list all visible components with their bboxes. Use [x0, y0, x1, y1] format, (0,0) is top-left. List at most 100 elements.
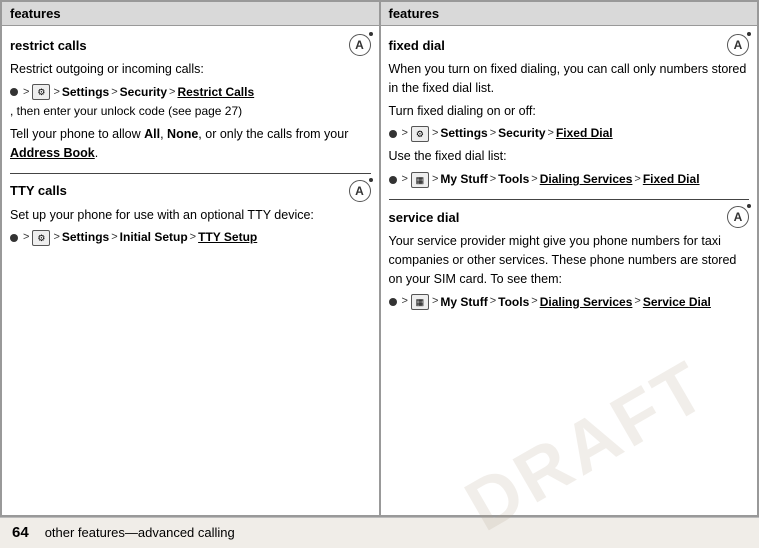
tty-calls-icon-badge: A: [349, 180, 371, 202]
restrict-calls-icon-badge: A: [349, 34, 371, 56]
fd-nav-settings: Settings: [440, 124, 487, 143]
fd2-mystuff-icon: ▦: [411, 172, 429, 188]
content-area: features restrict calls A Restrict outgo…: [0, 0, 759, 517]
footer-page-number: 64: [12, 524, 29, 541]
nav-dot-icon: [10, 88, 18, 96]
fixed-dial-nav2: > ▦ > My Stuff > Tools > Dialing Service…: [389, 170, 750, 189]
letter-a-icon: A: [355, 38, 364, 52]
nav-arrow-icon3: >: [111, 84, 117, 102]
restrict-calls-body: Restrict outgoing or incoming calls: > ⚙…: [10, 60, 371, 163]
tty-calls-para1: Set up your phone for use with an option…: [10, 206, 371, 225]
tty-nav-ttysetup: TTY Setup: [198, 228, 257, 247]
fd2-nav-tools: Tools: [498, 170, 529, 189]
right-panel-header: features: [381, 2, 758, 26]
restrict-calls-label: restrict calls: [10, 38, 87, 53]
fd-badge-dot-icon: [746, 31, 752, 37]
fd-nav-arrow3: >: [490, 125, 496, 143]
left-panel-header: features: [2, 2, 379, 26]
fixed-dial-label: fixed dial: [389, 38, 445, 53]
fd2-nav-arrow5: >: [634, 171, 640, 189]
service-dial-section: service dial A Your service provider mig…: [389, 199, 750, 311]
tty-nav-dot-icon: [10, 234, 18, 242]
settings-icon: ⚙: [32, 84, 50, 100]
fd-settings-icon: ⚙: [411, 126, 429, 142]
footer-bar: 64 other features—advanced calling: [0, 517, 759, 547]
page-wrapper: features restrict calls A Restrict outgo…: [0, 0, 759, 547]
right-panel-body: fixed dial A When you turn on fixed dial…: [381, 26, 758, 330]
sd-mystuff-icon: ▦: [411, 294, 429, 310]
fixed-dial-para1: When you turn on fixed dialing, you can …: [389, 60, 750, 98]
fd2-nav-dot-icon: [389, 176, 397, 184]
nav-security-label: Security: [120, 83, 167, 102]
service-dial-body: Your service provider might give you pho…: [389, 232, 750, 311]
sd-badge-dot-icon: [746, 203, 752, 209]
fd2-nav-arrow2: >: [432, 171, 438, 189]
restrict-calls-para2: Tell your phone to allow All, None, or o…: [10, 125, 371, 163]
fd-nav-dot-icon: [389, 130, 397, 138]
fd-nav-arrow2: >: [432, 125, 438, 143]
fd2-nav-mystuff: My Stuff: [440, 170, 487, 189]
fixed-dial-section: fixed dial A When you turn on fixed dial…: [389, 34, 750, 189]
tty-nav-arrow2: >: [53, 229, 59, 247]
restrict-calls-title: restrict calls A: [10, 34, 371, 56]
tty-calls-nav1: > ⚙ > Settings > Initial Setup > TTY Set…: [10, 228, 371, 247]
tty-calls-title: TTY calls A: [10, 180, 371, 202]
service-dial-nav1: > ▦ > My Stuff > Tools > Dialing Service…: [389, 293, 750, 312]
fixed-dial-body: When you turn on fixed dialing, you can …: [389, 60, 750, 189]
nav-then-text: , then enter your unlock code (see page …: [10, 102, 242, 121]
right-panel: features fixed dial A When you turn on f…: [380, 1, 759, 516]
sd-nav-tools: Tools: [498, 293, 529, 312]
tty-nav-arrow3: >: [111, 229, 117, 247]
nav-settings-label: Settings: [62, 83, 109, 102]
nav-arrow-icon2: >: [53, 84, 59, 102]
tty-calls-label: TTY calls: [10, 183, 67, 198]
fd-nav-arrow1: >: [402, 125, 408, 143]
fd2-nav-arrow3: >: [490, 171, 496, 189]
service-dial-icon-badge: A: [727, 206, 749, 228]
sd-nav-mystuff: My Stuff: [440, 293, 487, 312]
fixed-dial-para3: Use the fixed dial list:: [389, 147, 750, 166]
fixed-dial-nav1: > ⚙ > Settings > Security > Fixed Dial: [389, 124, 750, 143]
service-dial-label: service dial: [389, 210, 460, 225]
tty-settings-icon: ⚙: [32, 230, 50, 246]
tty-nav-arrow1: >: [23, 229, 29, 247]
fixed-dial-title: fixed dial A: [389, 34, 750, 56]
tty-nav-arrow4: >: [190, 229, 196, 247]
badge-dot-icon: [368, 31, 374, 37]
fd2-nav-fixeddial: Fixed Dial: [643, 170, 700, 189]
sd-nav-dialingservices: Dialing Services: [540, 293, 633, 312]
sd-nav-servicedial: Service Dial: [643, 293, 711, 312]
tty-badge-dot-icon: [368, 177, 374, 183]
tty-nav-settings: Settings: [62, 228, 109, 247]
sd-nav-arrow3: >: [490, 293, 496, 311]
sd-nav-arrow4: >: [531, 293, 537, 311]
fixed-dial-icon-badge: A: [727, 34, 749, 56]
sd-nav-arrow1: >: [402, 293, 408, 311]
fd-nav-fixeddial: Fixed Dial: [556, 124, 613, 143]
restrict-calls-para1: Restrict outgoing or incoming calls:: [10, 60, 371, 79]
nav-restrictcalls-label: Restrict Calls: [177, 83, 254, 102]
fd-letter-a-icon: A: [734, 38, 743, 52]
restrict-calls-nav1: > ⚙ > Settings > Security > Restrict Cal…: [10, 83, 371, 121]
fd-nav-arrow4: >: [548, 125, 554, 143]
service-dial-title: service dial A: [389, 206, 750, 228]
sd-nav-arrow5: >: [634, 293, 640, 311]
sd-letter-a-icon: A: [734, 210, 743, 224]
sd-nav-dot-icon: [389, 298, 397, 306]
restrict-calls-section: restrict calls A Restrict outgoing or in…: [10, 34, 371, 163]
sd-nav-arrow2: >: [432, 293, 438, 311]
left-panel: features restrict calls A Restrict outgo…: [1, 1, 380, 516]
fd2-nav-arrow4: >: [531, 171, 537, 189]
fd-nav-security: Security: [498, 124, 545, 143]
nav-arrow-icon: >: [23, 84, 29, 102]
tty-calls-body: Set up your phone for use with an option…: [10, 206, 371, 248]
fd2-nav-arrow1: >: [402, 171, 408, 189]
fixed-dial-para2: Turn fixed dialing on or off:: [389, 102, 750, 121]
footer-description: other features—advanced calling: [45, 525, 235, 540]
tty-letter-a-icon: A: [355, 184, 364, 198]
tty-nav-initialsetup: Initial Setup: [120, 228, 188, 247]
tty-calls-section: TTY calls A Set up your phone for use wi…: [10, 173, 371, 248]
nav-arrow-icon4: >: [169, 84, 175, 102]
left-panel-body: restrict calls A Restrict outgoing or in…: [2, 26, 379, 266]
fd2-nav-dialingservices: Dialing Services: [540, 170, 633, 189]
